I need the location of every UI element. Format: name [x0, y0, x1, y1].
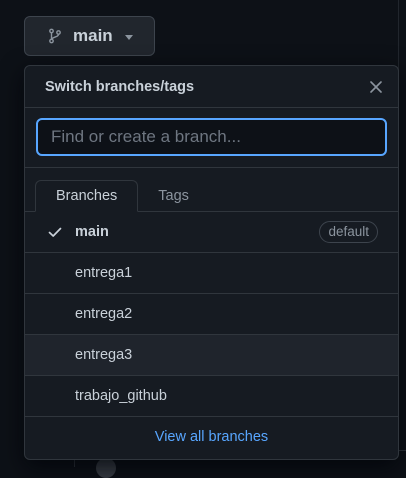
dropdown-tabs: Branches Tags [25, 168, 398, 212]
tab-tags[interactable]: Tags [138, 180, 209, 212]
branch-selector-button[interactable]: main [24, 16, 155, 56]
filter-wrapper [25, 108, 398, 168]
branch-name: entrega2 [75, 306, 133, 322]
close-icon[interactable] [368, 79, 384, 95]
default-badge: default [319, 221, 378, 243]
branch-name: main [75, 224, 109, 240]
branch-item-entrega3[interactable]: entrega3 [25, 335, 398, 376]
background-page-edge [398, 0, 406, 467]
branch-item-main[interactable]: main default [25, 212, 398, 253]
git-branch-icon [47, 28, 63, 44]
chevron-down-icon [124, 34, 133, 40]
view-all-branches-link[interactable]: View all branches [25, 417, 398, 457]
branch-item-trabajo-github[interactable]: trabajo_github [25, 376, 398, 417]
branch-item-entrega2[interactable]: entrega2 [25, 294, 398, 335]
branch-search-input[interactable] [36, 118, 387, 156]
dropdown-header: Switch branches/tags [25, 66, 398, 108]
branch-item-entrega1[interactable]: entrega1 [25, 253, 398, 294]
branch-name: entrega3 [75, 347, 133, 363]
avatar [96, 458, 116, 478]
branch-name: entrega1 [75, 265, 133, 281]
dropdown-title: Switch branches/tags [45, 78, 195, 95]
branch-name: trabajo_github [75, 388, 167, 404]
branch-list: main default entrega1 entrega2 entrega3 … [25, 212, 398, 417]
current-branch-label: main [73, 26, 113, 45]
branch-switcher-dropdown: Switch branches/tags Branches Tags main … [24, 65, 399, 460]
check-icon [47, 224, 63, 240]
tab-branches[interactable]: Branches [35, 180, 139, 212]
